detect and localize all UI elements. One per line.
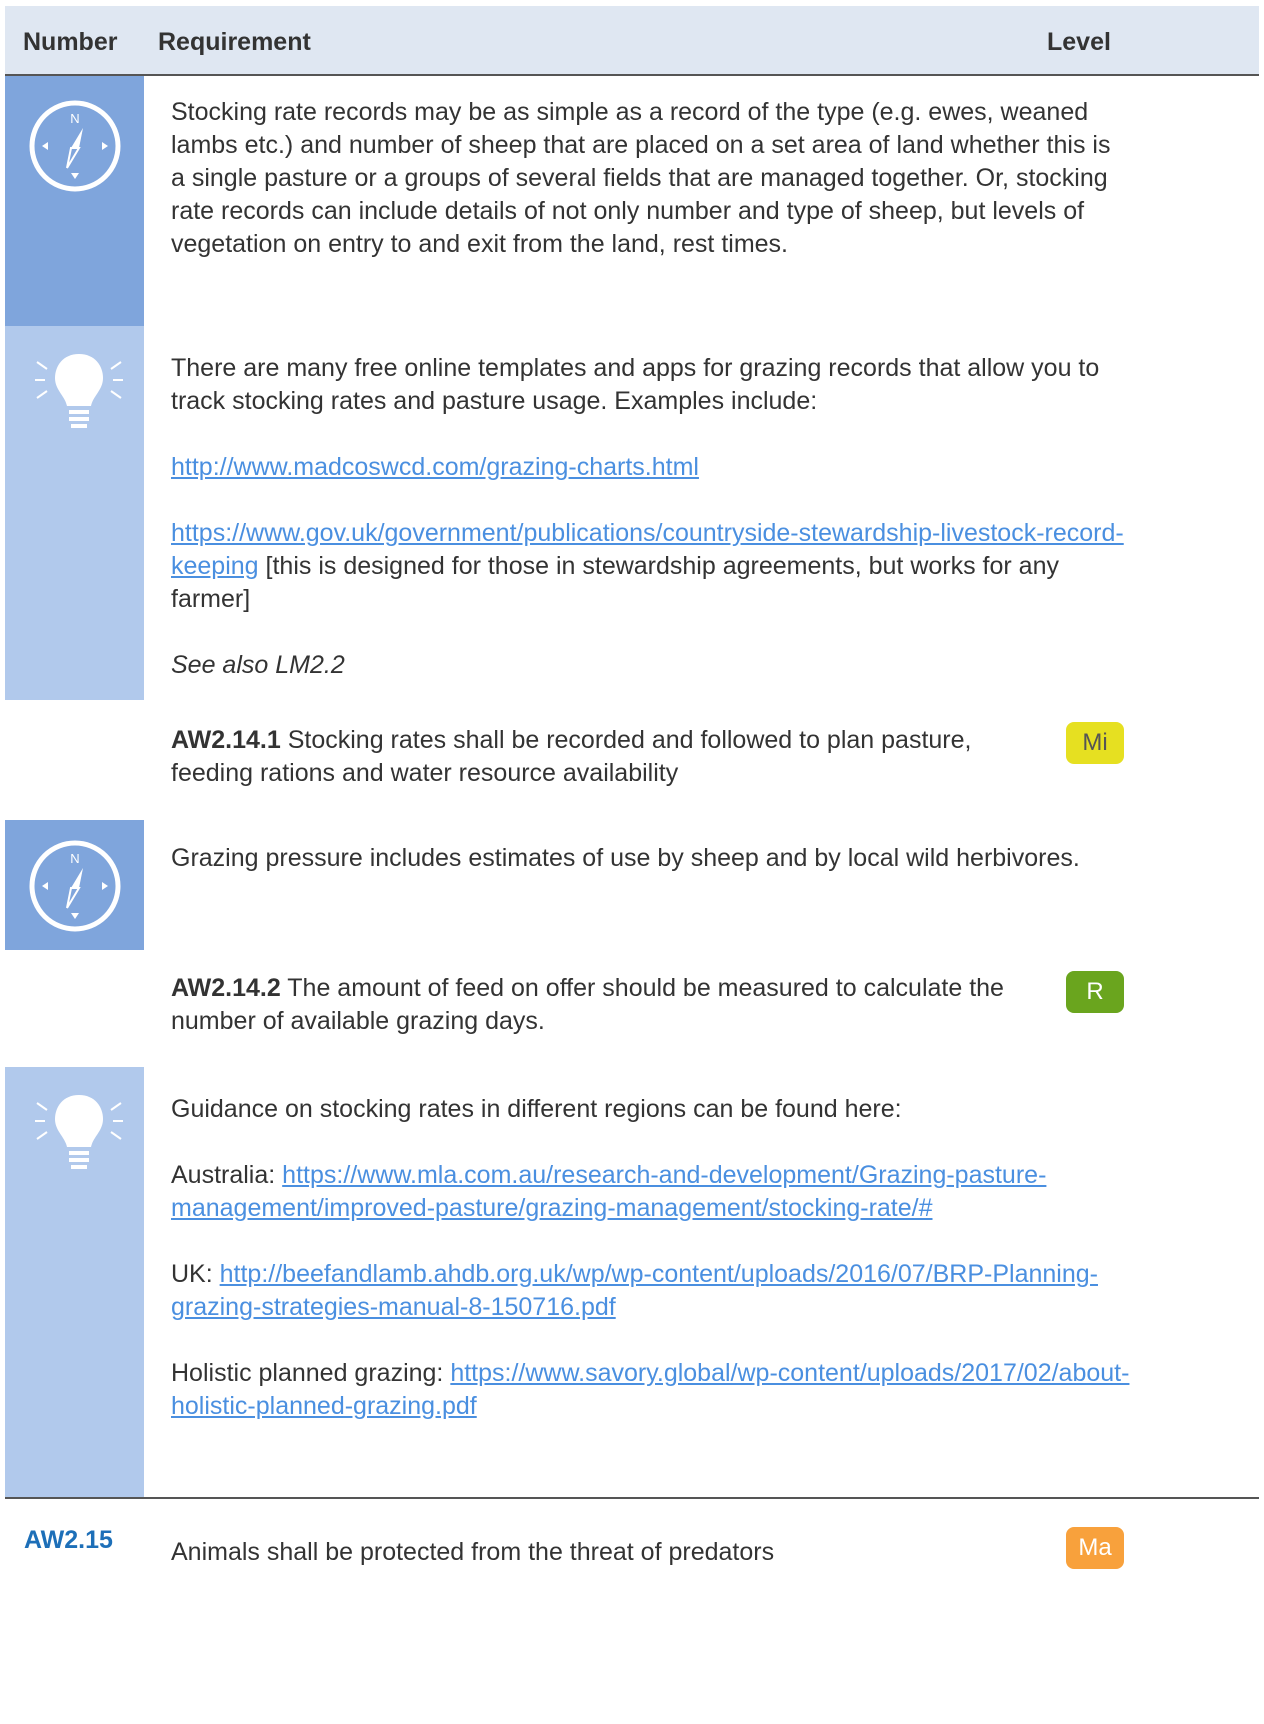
compass-guidance-panel: N — [5, 76, 144, 326]
requirement-code: AW2.14.2 — [171, 974, 281, 1002]
regional-stocking-guidance: Guidance on stocking rates in different … — [171, 1093, 1131, 1423]
tips-panel — [5, 326, 144, 700]
uk-label: UK: — [171, 1260, 220, 1288]
grazing-pressure-guidance: Grazing pressure includes estimates of u… — [171, 844, 1080, 872]
grazing-record-tips: There are many free online templates and… — [171, 352, 1131, 682]
level-column-header: Level — [1047, 28, 1111, 56]
tips-intro: There are many free online templates and… — [171, 354, 1100, 415]
requirement-aw2-14-1: AW2.14.1 Stocking rates shall be recorde… — [171, 724, 1051, 790]
lightbulb-icon — [35, 1095, 123, 1169]
madcoswcd-link[interactable]: http://www.madcoswcd.com/grazing-charts.… — [171, 453, 699, 481]
svg-text:N: N — [70, 851, 79, 866]
level-badge-mi: Mi — [1066, 722, 1124, 764]
mla-australia-link[interactable]: https://www.mla.com.au/research-and-deve… — [171, 1161, 1046, 1222]
compass-guidance-panel-2: N — [5, 820, 144, 950]
australia-label: Australia: — [171, 1161, 283, 1189]
requirement-text: Stocking rates shall be recorded and fol… — [171, 726, 972, 787]
regional-intro: Guidance on stocking rates in different … — [171, 1095, 902, 1123]
tips-panel-2 — [5, 1067, 144, 1497]
requirement-aw2-15-text: Animals shall be protected from the thre… — [171, 1538, 775, 1566]
stocking-rate-records-guidance: Stocking rate records may be as simple a… — [171, 98, 1111, 258]
requirement-column-header: Requirement — [158, 28, 311, 56]
number-column-header: Number — [23, 28, 118, 56]
requirement-text: The amount of feed on offer should be me… — [171, 974, 1004, 1035]
requirement-aw2-14-2: AW2.14.2 The amount of feed on offer sho… — [171, 972, 1051, 1038]
svg-text:N: N — [70, 111, 79, 126]
see-also-note: See also LM2.2 — [171, 651, 345, 679]
stewardship-note: [this is designed for those in stewardsh… — [171, 552, 1059, 613]
section-divider — [5, 1497, 1259, 1499]
requirement-number-aw2-15: AW2.15 — [24, 1526, 113, 1554]
level-badge-ma: Ma — [1066, 1527, 1124, 1569]
compass-icon: N — [29, 100, 121, 192]
ahdb-uk-link[interactable]: http://beefandlamb.ahdb.org.uk/wp/wp-con… — [171, 1260, 1098, 1321]
level-badge-r: R — [1066, 971, 1124, 1013]
holistic-label: Holistic planned grazing: — [171, 1359, 451, 1387]
requirement-code: AW2.14.1 — [171, 726, 281, 754]
compass-icon: N — [29, 840, 121, 932]
table-header: Number Requirement Level — [5, 6, 1259, 76]
lightbulb-icon — [35, 354, 123, 428]
